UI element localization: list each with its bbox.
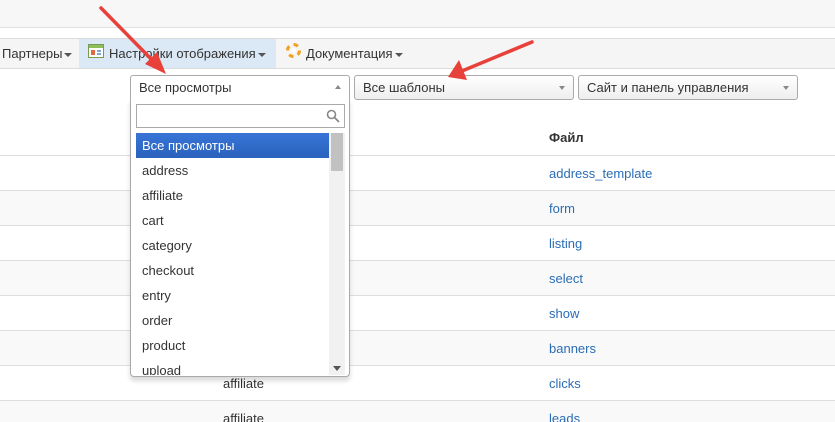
views-dropdown: Все просмотры address affiliate cart cat… bbox=[130, 99, 350, 377]
table-row: listing bbox=[0, 225, 835, 260]
chevron-down-icon bbox=[64, 52, 73, 57]
dropdown-option[interactable]: cart bbox=[136, 208, 329, 233]
lifebuoy-icon bbox=[286, 39, 301, 68]
views-filter-value: Все просмотры bbox=[139, 80, 232, 95]
table-row: banners bbox=[0, 330, 835, 365]
dropdown-options-list: Все просмотры address affiliate cart cat… bbox=[136, 133, 329, 375]
views-filter-select[interactable]: Все просмотры bbox=[130, 75, 350, 100]
table-row: select bbox=[0, 260, 835, 295]
panel-filter-value: Сайт и панель управления bbox=[587, 80, 749, 95]
dropdown-option[interactable]: entry bbox=[136, 283, 329, 308]
file-link[interactable]: address_template bbox=[549, 166, 652, 181]
top-toolbar bbox=[0, 0, 835, 28]
table-row: address_template bbox=[0, 155, 835, 190]
file-link[interactable]: leads bbox=[549, 411, 580, 422]
menu-display-settings-label: Настройки отображения bbox=[109, 46, 256, 61]
scrollbar-thumb[interactable] bbox=[331, 133, 343, 171]
file-link[interactable]: form bbox=[549, 201, 575, 216]
dropdown-search-input[interactable] bbox=[136, 104, 345, 128]
templates-filter-value: Все шаблоны bbox=[363, 80, 446, 95]
chevron-down-icon bbox=[394, 52, 403, 57]
file-link[interactable]: banners bbox=[549, 341, 596, 356]
chevron-up-icon bbox=[335, 85, 341, 89]
table-row: form bbox=[0, 190, 835, 225]
dropdown-option[interactable]: category bbox=[136, 233, 329, 258]
templates-filter-select[interactable]: Все шаблоны bbox=[354, 75, 574, 100]
window-settings-icon bbox=[88, 39, 104, 68]
search-icon bbox=[326, 109, 340, 126]
file-column-header: Файл bbox=[549, 130, 584, 145]
chevron-down-icon bbox=[559, 86, 565, 90]
view-cell: affiliate bbox=[223, 376, 264, 391]
dropdown-scrollbar[interactable] bbox=[329, 133, 345, 375]
menu-partners-label: Партнеры bbox=[2, 46, 63, 61]
menu-display-settings[interactable]: Настройки отображения bbox=[79, 39, 276, 68]
dropdown-option[interactable]: order bbox=[136, 308, 329, 333]
panel-filter-select[interactable]: Сайт и панель управления bbox=[578, 75, 798, 100]
chevron-down-icon bbox=[783, 86, 789, 90]
dropdown-option[interactable]: Все просмотры bbox=[136, 133, 329, 158]
dropdown-option[interactable]: product bbox=[136, 333, 329, 358]
menu-partners[interactable]: Партнеры bbox=[0, 39, 73, 68]
file-link[interactable]: select bbox=[549, 271, 583, 286]
menu-bar: Партнеры Настройки отображения Документа… bbox=[0, 38, 835, 69]
dropdown-option[interactable]: address bbox=[136, 158, 329, 183]
table-row: affiliate leads bbox=[0, 400, 835, 422]
table-row: affiliate clicks bbox=[0, 365, 835, 400]
menu-documentation-label: Документация bbox=[306, 46, 393, 61]
chevron-down-icon bbox=[257, 52, 266, 57]
file-link[interactable]: show bbox=[549, 306, 579, 321]
menu-documentation[interactable]: Документация bbox=[286, 39, 403, 68]
file-link[interactable]: clicks bbox=[549, 376, 581, 391]
dropdown-option[interactable]: checkout bbox=[136, 258, 329, 283]
file-link[interactable]: listing bbox=[549, 236, 582, 251]
dropdown-option[interactable]: affiliate bbox=[136, 183, 329, 208]
scroll-down-arrow-icon[interactable] bbox=[333, 366, 341, 371]
dropdown-option[interactable]: upload bbox=[136, 358, 329, 375]
view-cell: affiliate bbox=[223, 411, 264, 422]
table-row: show bbox=[0, 295, 835, 330]
